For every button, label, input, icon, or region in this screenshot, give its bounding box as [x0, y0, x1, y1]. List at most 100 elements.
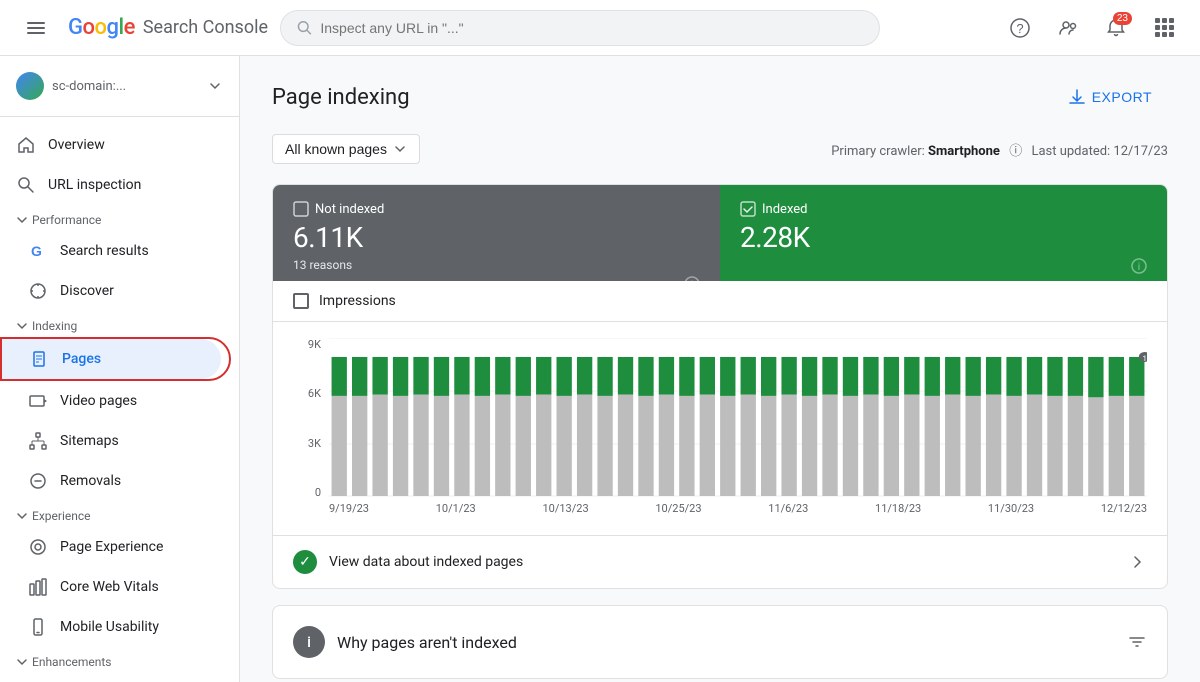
menu-button[interactable]: [16, 8, 56, 48]
svg-text:1: 1: [1142, 355, 1147, 363]
google-g-icon: G: [28, 241, 48, 261]
pages-label: Pages: [62, 351, 101, 367]
url-search-input[interactable]: [320, 20, 863, 36]
x-label-5: 11/18/23: [875, 502, 921, 515]
y-axis: 9K 6K 3K 0: [293, 338, 321, 519]
not-indexed-sub: 13 reasons: [293, 258, 700, 272]
property-selector[interactable]: sc-domain:...: [0, 64, 239, 117]
sidebar-item-video-pages[interactable]: Video pages: [0, 381, 231, 421]
last-updated-label: Last updated:: [1031, 144, 1113, 159]
sidebar-item-pages[interactable]: Pages: [2, 339, 221, 379]
checkbox-icon: [293, 201, 309, 217]
sidebar-item-overview[interactable]: Overview: [0, 125, 231, 165]
svg-text:i: i: [691, 280, 693, 291]
removals-icon: [28, 471, 48, 491]
performance-section-label: Performance: [32, 213, 101, 227]
enhancements-section[interactable]: Enhancements: [0, 647, 239, 673]
indexed-header: Indexed: [740, 201, 1147, 217]
last-updated-value: 12/17/23: [1113, 144, 1168, 159]
checkbox-checked-icon: [740, 201, 756, 217]
sidebar-item-url-inspection[interactable]: URL inspection: [0, 165, 231, 205]
core-web-vitals-icon: [28, 577, 48, 597]
info-icon[interactable]: ⓘ: [1009, 144, 1022, 159]
core-web-vitals-label: Core Web Vitals: [60, 579, 159, 595]
apps-grid-icon: [1155, 18, 1173, 37]
view-indexed-pages-link[interactable]: ✓ View data about indexed pages: [273, 535, 1167, 588]
help-icon: ?: [1010, 18, 1030, 38]
help-button[interactable]: ?: [1000, 8, 1040, 48]
notifications-button[interactable]: 23: [1096, 8, 1136, 48]
download-icon: [1068, 88, 1086, 106]
sidebar: sc-domain:... Overview URL inspection: [0, 56, 240, 682]
x-label-3: 10/25/23: [655, 502, 701, 515]
property-name: sc-domain:...: [52, 79, 199, 94]
search-results-label: Search results: [60, 243, 149, 259]
sidebar-item-logos[interactable]: Logos: [0, 673, 231, 682]
x-label-2: 10/13/23: [542, 502, 588, 515]
logo-o2: o: [94, 15, 106, 40]
logo-g2: g: [106, 15, 118, 40]
not-indexed-box[interactable]: Not indexed 6.11K 13 reasons i: [273, 185, 720, 281]
app-name: Search Console: [143, 17, 268, 38]
sidebar-item-removals[interactable]: Removals: [0, 461, 231, 501]
page-experience-label: Page Experience: [60, 539, 163, 555]
x-label-7: 12/12/23: [1101, 502, 1147, 515]
info-circle-icon: i: [293, 626, 325, 658]
chevron-down-icon: [16, 510, 28, 522]
performance-section[interactable]: Performance: [0, 205, 239, 231]
topbar: Google Search Console ?: [0, 0, 1200, 56]
sidebar-item-page-experience[interactable]: Page Experience: [0, 527, 231, 567]
removals-label: Removals: [60, 473, 121, 489]
x-axis-labels: 9/19/23 10/1/23 10/13/23 10/25/23 11/6/2…: [329, 498, 1147, 519]
filter-button[interactable]: [1127, 632, 1147, 652]
info-icon: i: [1131, 258, 1147, 274]
enhancements-section-label: Enhancements: [32, 655, 112, 669]
search-icon: [16, 175, 36, 195]
view-data-label: View data about indexed pages: [329, 554, 1115, 570]
x-label-0: 9/19/23: [329, 502, 369, 515]
export-button[interactable]: EXPORT: [1052, 80, 1168, 114]
logo-e: e: [124, 15, 135, 40]
indexing-section[interactable]: Indexing: [0, 311, 239, 337]
svg-text:G: G: [31, 243, 42, 259]
apps-button[interactable]: [1144, 8, 1184, 48]
sidebar-item-mobile-usability[interactable]: Mobile Usability: [0, 607, 231, 647]
impressions-checkbox[interactable]: [293, 293, 309, 309]
app-layout: sc-domain:... Overview URL inspection: [0, 56, 1200, 682]
known-pages-filter[interactable]: All known pages: [272, 134, 420, 164]
chevron-down-icon: [207, 78, 223, 94]
x-label-1: 10/1/23: [436, 502, 476, 515]
sitemaps-icon: [28, 431, 48, 451]
sidebar-item-sitemaps[interactable]: Sitemaps: [0, 421, 231, 461]
discover-label: Discover: [60, 283, 114, 299]
url-search-bar[interactable]: [280, 10, 880, 46]
page-title: Page indexing: [272, 85, 410, 110]
app-logo: Google Search Console: [68, 15, 268, 40]
filter-icon: [1127, 632, 1147, 652]
search-icon: [297, 20, 312, 36]
experience-section[interactable]: Experience: [0, 501, 239, 527]
logo-g: G: [68, 15, 83, 40]
main-content: Page indexing EXPORT All known pages Pri…: [240, 56, 1200, 682]
logo-o1: o: [83, 15, 95, 40]
people-button[interactable]: [1048, 8, 1088, 48]
filter-meta: Primary crawler: Smartphone ⓘ Last updat…: [831, 140, 1168, 159]
notification-count: 23: [1113, 12, 1132, 25]
sidebar-item-search-results[interactable]: G Search results: [0, 231, 231, 271]
property-avatar: [16, 72, 44, 100]
pages-icon: [30, 349, 50, 369]
export-label: EXPORT: [1092, 89, 1152, 105]
indexed-box[interactable]: Indexed 2.28K i: [720, 185, 1167, 281]
chevron-down-icon: [16, 656, 28, 668]
svg-text:?: ?: [1016, 21, 1023, 36]
home-icon: [16, 135, 36, 155]
chevron-right-icon: [1127, 552, 1147, 572]
sidebar-item-discover[interactable]: Discover: [0, 271, 231, 311]
info-icon: i: [684, 276, 700, 292]
pages-highlight-box: Pages: [0, 337, 231, 381]
bar-chart: 1: [329, 338, 1147, 498]
url-inspection-label: URL inspection: [48, 177, 141, 193]
sidebar-item-core-web-vitals[interactable]: Core Web Vitals: [0, 567, 231, 607]
chevron-down-icon: [393, 142, 407, 156]
indexed-value: 2.28K: [740, 221, 1147, 254]
